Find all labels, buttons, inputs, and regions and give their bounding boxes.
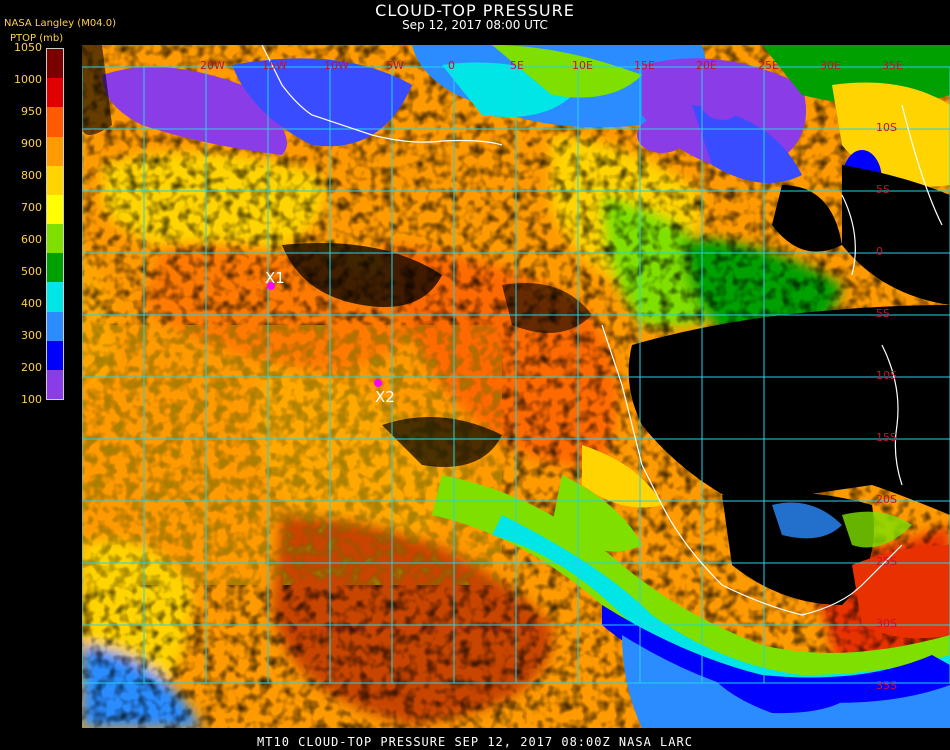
longitude-label: 25E (758, 59, 779, 72)
colorbar-tick-label: 300 (21, 329, 42, 342)
colorbar-tick-label: 1000 (14, 73, 42, 86)
colorbar-tick-label: 900 (21, 137, 42, 150)
colorbar-swatch (47, 165, 63, 196)
longitude-label: 35E (882, 59, 903, 72)
latitude-label: 10S (876, 121, 897, 134)
colorbar-swatch (47, 311, 63, 342)
longitude-label: 20W (200, 59, 225, 72)
latitude-label: 20S (876, 493, 897, 506)
latitude-label: 25S (876, 555, 897, 568)
latitude-label: 15S (876, 431, 897, 444)
marker-x1[interactable]: X1 (265, 269, 285, 290)
page-subtitle: Sep 12, 2017 08:00 UTC (402, 18, 548, 32)
colorbar-tick-label: 950 (21, 105, 42, 118)
colorbar-tick-label: 1050 (14, 41, 42, 54)
colorbar-tick-label: 500 (21, 265, 42, 278)
colorbar-tick-label: 400 (21, 297, 42, 310)
longitude-label: 20E (696, 59, 717, 72)
colorbar-tick-label: 100 (21, 393, 42, 406)
latitude-label: 5S (876, 183, 890, 196)
colorbar-swatch (47, 369, 63, 400)
marker-x2-label: X2 (375, 388, 395, 406)
colorbar-swatch (47, 282, 63, 312)
colorbar-swatch (47, 49, 63, 79)
colorbar (46, 48, 64, 400)
colorbar-tick-label: 200 (21, 361, 42, 374)
colorbar-swatch (47, 194, 63, 225)
latitude-label: 5S (876, 307, 890, 320)
longitude-label: 15W (262, 59, 287, 72)
colorbar-swatch (47, 224, 63, 254)
colorbar-tick-label: 800 (21, 169, 42, 182)
marker-x2-dot (374, 379, 382, 387)
longitude-label: 30E (820, 59, 841, 72)
longitude-label: 0 (448, 59, 455, 72)
colorbar-swatch (47, 107, 63, 137)
longitude-label: 5W (386, 59, 404, 72)
colorbar-swatch (47, 78, 63, 108)
colorbar-tick-label: 700 (21, 201, 42, 214)
footer-caption: MT10 CLOUD-TOP PRESSURE SEP 12, 2017 08:… (257, 735, 693, 749)
source-label: NASA Langley (M04.0) (4, 18, 116, 29)
colorbar-swatch (47, 253, 63, 283)
marker-x1-label: X1 (265, 269, 285, 287)
latitude-label: 30S (876, 617, 897, 630)
longitude-label: 10E (572, 59, 593, 72)
latitude-label: 0 (876, 245, 883, 258)
latitude-label: 35S (876, 679, 897, 692)
longitude-label: 5E (510, 59, 524, 72)
colorbar-swatch (47, 340, 63, 371)
satellite-map[interactable]: 20W 15W 10W 5W 0 5E 10E 15E 20E 25E 30E 35E 10S 5S 0 5… (82, 45, 950, 728)
colorbar-tick-label: 600 (21, 233, 42, 246)
longitude-label: 10W (324, 59, 349, 72)
colorbar-swatch (47, 136, 63, 167)
latitude-label: 10S (876, 369, 897, 382)
longitude-label: 15E (634, 59, 655, 72)
